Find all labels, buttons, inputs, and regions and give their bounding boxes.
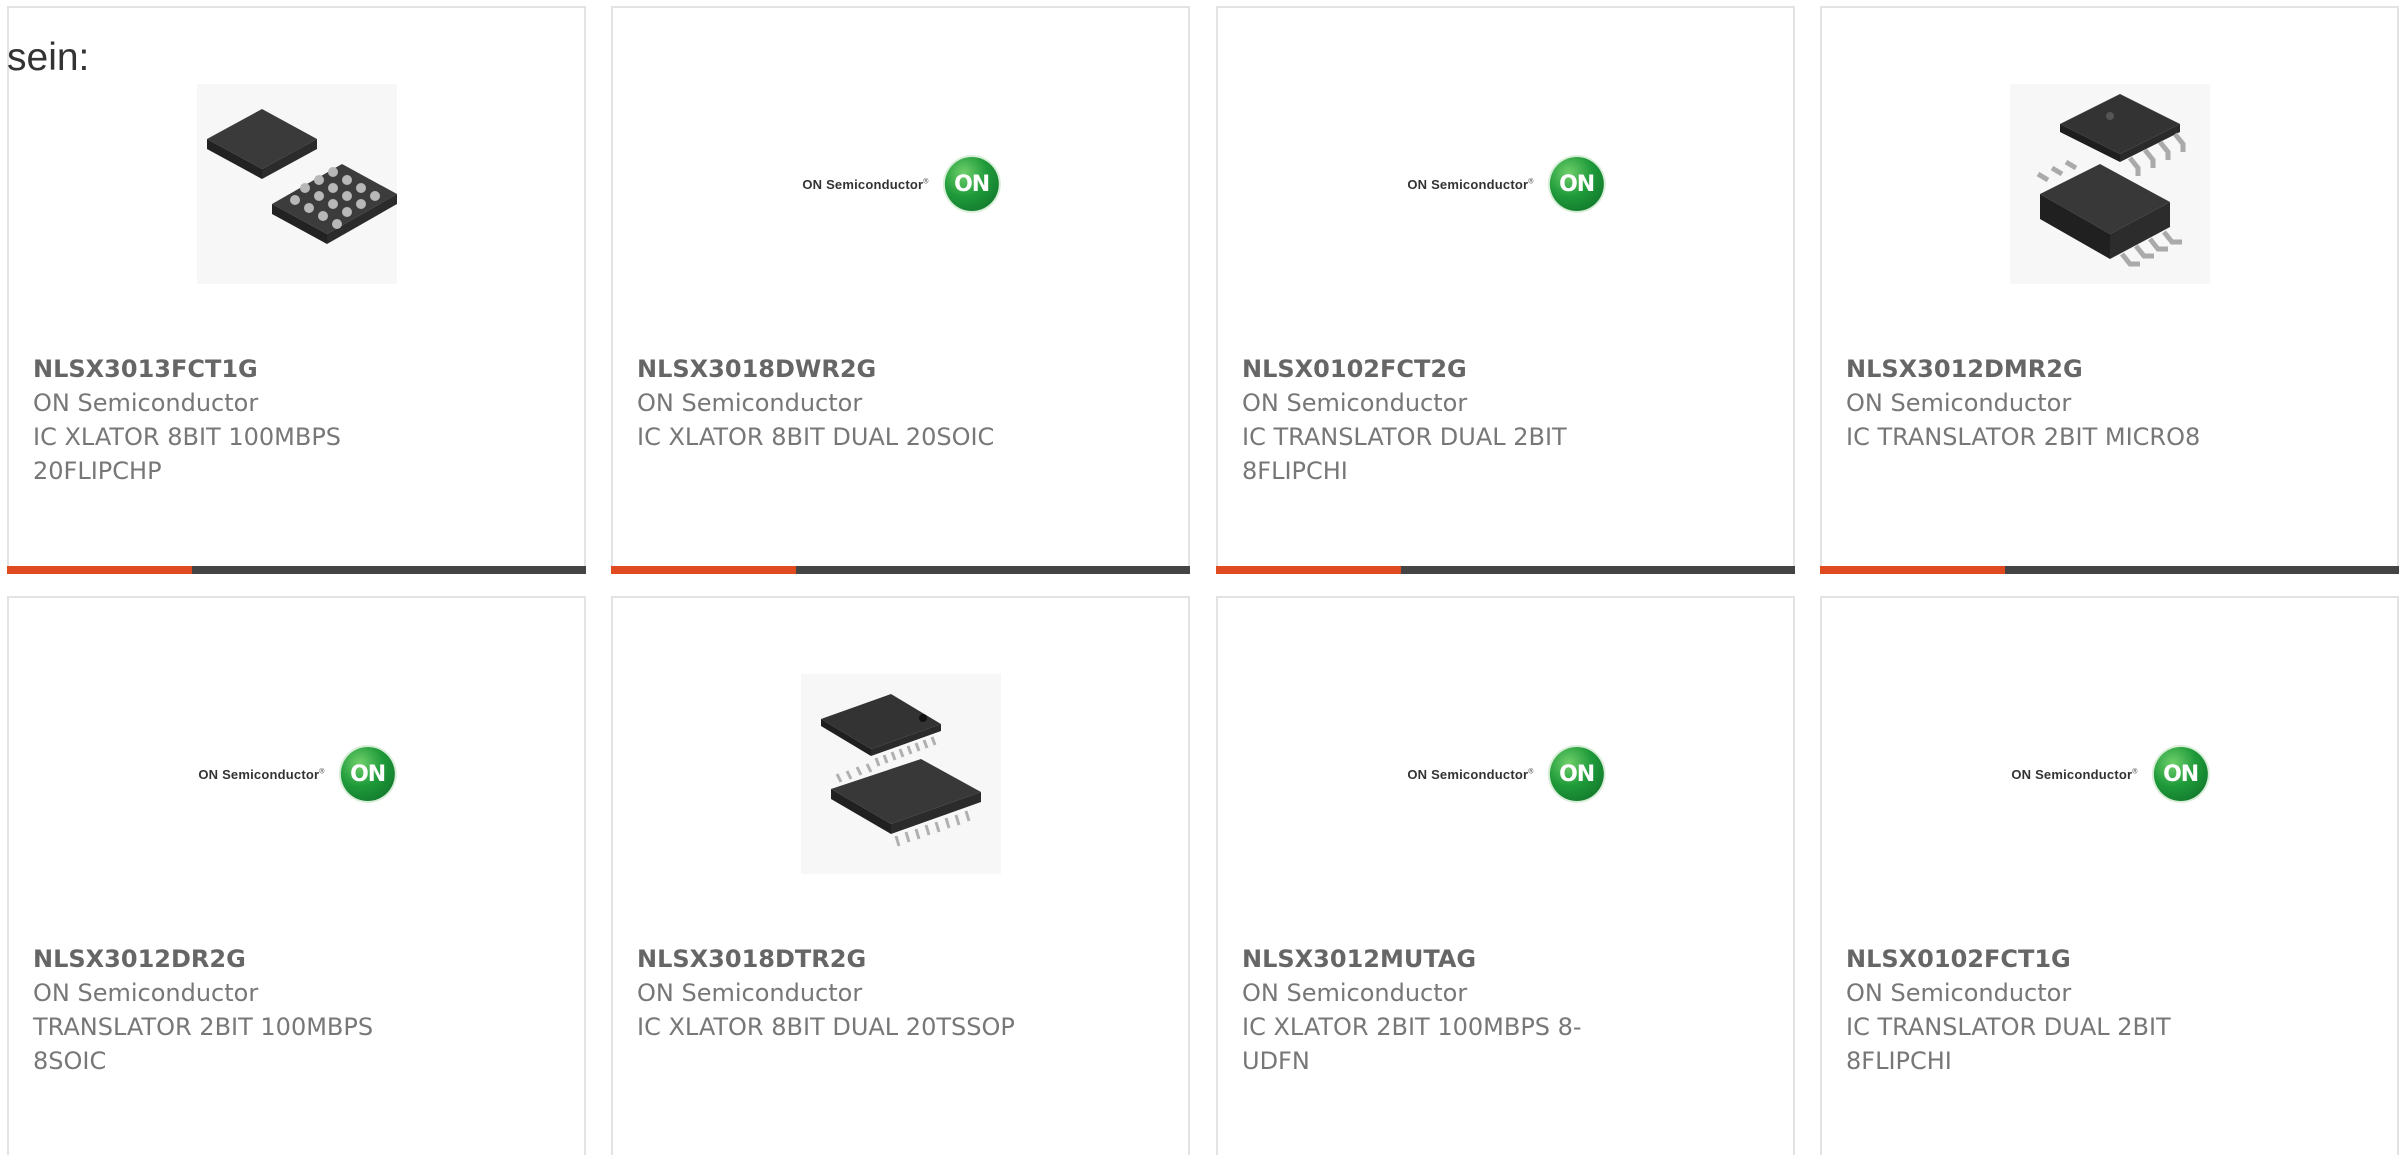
product-card[interactable]: NLSX3018DTR2G ON Semiconductor IC XLATOR… (611, 596, 1190, 1155)
card-accent (1820, 566, 2005, 574)
on-semiconductor-logo: ON Semiconductor® ON (802, 157, 999, 211)
product-card[interactable]: NLSX3012DMR2G ON Semiconductor IC TRANSL… (1820, 6, 2399, 574)
product-info: NLSX3012DMR2G ON Semiconductor IC TRANSL… (1846, 352, 2236, 454)
tssop-chip-icon (800, 674, 1001, 874)
manufacturer: ON Semiconductor (33, 979, 259, 1007)
product-info: NLSX3018DTR2G ON Semiconductor IC XLATOR… (637, 942, 1027, 1044)
description-line: IC TRANSLATOR DUAL 2BIT (1846, 1013, 2171, 1041)
part-number-link[interactable]: NLSX3012MUTAG (1242, 942, 1632, 976)
product-image[interactable] (613, 598, 1188, 938)
product-card[interactable]: ON Semiconductor® ON NLSX0102FCT1G ON Se… (1820, 596, 2399, 1155)
card-accent (611, 566, 796, 574)
part-number-link[interactable]: NLSX0102FCT2G (1242, 352, 1632, 386)
product-image[interactable]: ON Semiconductor® ON (613, 8, 1188, 348)
product-image[interactable]: ON Semiconductor® ON (1218, 598, 1793, 938)
manufacturer: ON Semiconductor (1242, 389, 1468, 417)
description-line: IC TRANSLATOR DUAL 2BIT (1242, 423, 1567, 451)
bga-chip-icon (196, 84, 397, 284)
product-card[interactable]: ON Semiconductor® ON NLSX3018DWR2G ON Se… (611, 6, 1190, 574)
on-badge-icon: ON (340, 747, 395, 801)
description-line: 8FLIPCHI (1242, 457, 1348, 485)
msop-chip-icon (2009, 84, 2210, 284)
product-card[interactable]: ON Semiconductor® ON NLSX3012DR2G ON Sem… (7, 596, 586, 1155)
description-line: UDFN (1242, 1047, 1310, 1075)
logo-wordmark: ON Semiconductor® (2011, 766, 2138, 782)
description-line: 8FLIPCHI (1846, 1047, 1952, 1075)
description-line: IC XLATOR 2BIT 100MBPS 8- (1242, 1013, 1582, 1041)
product-image[interactable] (1822, 8, 2397, 348)
product-grid: NLSX3013FCT1G ON Semiconductor IC XLATOR… (7, 6, 2400, 1155)
card-bottom-bar (611, 566, 1190, 574)
description-line: IC XLATOR 8BIT 100MBPS (33, 423, 342, 451)
part-number-link[interactable]: NLSX3013FCT1G (33, 352, 423, 386)
on-badge-icon: ON (1549, 747, 1604, 801)
card-bottom-bar (1820, 566, 2399, 574)
logo-wordmark: ON Semiconductor® (1407, 766, 1534, 782)
product-info: NLSX3012DR2G ON Semiconductor TRANSLATOR… (33, 942, 423, 1078)
part-number-link[interactable]: NLSX3012DMR2G (1846, 352, 2236, 386)
product-card[interactable]: ON Semiconductor® ON NLSX3012MUTAG ON Se… (1216, 596, 1795, 1155)
on-semiconductor-logo: ON Semiconductor® ON (1407, 157, 1604, 211)
on-semiconductor-logo: ON Semiconductor® ON (2011, 747, 2208, 801)
description-line: 8SOIC (33, 1047, 107, 1075)
manufacturer: ON Semiconductor (637, 979, 863, 1007)
product-info: NLSX3012MUTAG ON Semiconductor IC XLATOR… (1242, 942, 1632, 1078)
card-bottom-bar (7, 566, 586, 574)
heading-prefix: sein: (7, 36, 90, 79)
manufacturer: ON Semiconductor (1846, 979, 2072, 1007)
description-line: IC TRANSLATOR 2BIT MICRO8 (1846, 423, 2201, 451)
logo-wordmark: ON Semiconductor® (802, 176, 929, 192)
card-accent (1216, 566, 1401, 574)
logo-wordmark: ON Semiconductor® (198, 766, 325, 782)
manufacturer: ON Semiconductor (637, 389, 863, 417)
product-info: NLSX0102FCT2G ON Semiconductor IC TRANSL… (1242, 352, 1632, 488)
card-accent (7, 566, 192, 574)
product-info: NLSX3013FCT1G ON Semiconductor IC XLATOR… (33, 352, 423, 488)
product-info: NLSX3018DWR2G ON Semiconductor IC XLATOR… (637, 352, 1027, 454)
description-line: IC XLATOR 8BIT DUAL 20SOIC (637, 423, 995, 451)
on-badge-icon: ON (1549, 157, 1604, 211)
part-number-link[interactable]: NLSX0102FCT1G (1846, 942, 2236, 976)
part-number-link[interactable]: NLSX3012DR2G (33, 942, 423, 976)
product-info: NLSX0102FCT1G ON Semiconductor IC TRANSL… (1846, 942, 2236, 1078)
on-semiconductor-logo: ON Semiconductor® ON (1407, 747, 1604, 801)
part-number-link[interactable]: NLSX3018DWR2G (637, 352, 1027, 386)
product-image[interactable]: ON Semiconductor® ON (1822, 598, 2397, 938)
on-badge-icon: ON (2153, 747, 2208, 801)
manufacturer: ON Semiconductor (1846, 389, 2072, 417)
manufacturer: ON Semiconductor (33, 389, 259, 417)
description-line: 20FLIPCHP (33, 457, 162, 485)
product-card[interactable]: ON Semiconductor® ON NLSX0102FCT2G ON Se… (1216, 6, 1795, 574)
product-image[interactable]: ON Semiconductor® ON (9, 598, 584, 938)
description-line: TRANSLATOR 2BIT 100MBPS (33, 1013, 374, 1041)
description-line: IC XLATOR 8BIT DUAL 20TSSOP (637, 1013, 1015, 1041)
card-bottom-bar (1216, 566, 1795, 574)
logo-wordmark: ON Semiconductor® (1407, 176, 1534, 192)
manufacturer: ON Semiconductor (1242, 979, 1468, 1007)
on-badge-icon: ON (944, 157, 999, 211)
product-card[interactable]: NLSX3013FCT1G ON Semiconductor IC XLATOR… (7, 6, 586, 574)
product-image[interactable]: ON Semiconductor® ON (1218, 8, 1793, 348)
on-semiconductor-logo: ON Semiconductor® ON (198, 747, 395, 801)
product-image[interactable] (9, 8, 584, 348)
part-number-link[interactable]: NLSX3018DTR2G (637, 942, 1027, 976)
